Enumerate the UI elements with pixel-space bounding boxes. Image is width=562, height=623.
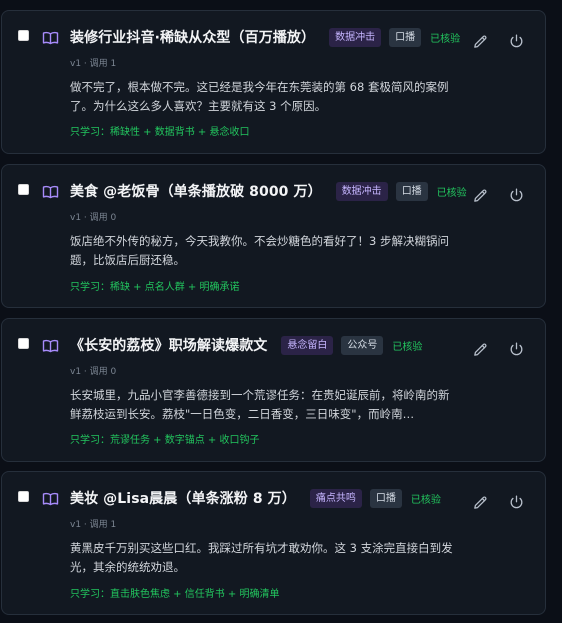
learn-points: 只学习：荒谬任务 + 数字锚点 + 收口钩子: [70, 435, 260, 446]
card-title: 美妆 @Lisa晨晨（单条涨粉 8 万）: [70, 491, 296, 507]
card-body-text: 黄黑皮千万别买这些口红。我踩过所有坑才敢劝你。这 3 支涂完直接白到发光，其余的…: [70, 541, 453, 574]
card-body-text: 长安城里，九品小官李善德接到一个荒谬任务：在贵妃诞辰前，将岭南的新鲜荔枝运到长安…: [70, 388, 450, 421]
style-tag: 数据冲击: [335, 181, 388, 201]
version-meta: v1 · 调用 0: [70, 367, 117, 377]
select-checkbox[interactable]: [18, 184, 29, 195]
book-open-icon: [42, 30, 59, 45]
card-title: 装修行业抖音·稀缺从众型（百万播放）: [70, 30, 316, 46]
card-body-text: 饭店绝不外传的秘方，今天我教你。不会炒糖色的看好了！3 步解决糊锅问题，比饭店后…: [70, 234, 449, 267]
power-icon[interactable]: [508, 341, 525, 358]
book-open-icon: [42, 491, 59, 506]
card-header: 美妆 @Lisa晨晨（单条涨粉 8 万） 痛点共鸣 口播 已核验: [70, 488, 441, 508]
version-meta: v1 · 调用 1: [70, 520, 117, 530]
card-header: 装修行业抖音·稀缺从众型（百万播放） 数据冲击 口播 已核验: [70, 27, 460, 47]
verified-status: 已核验: [436, 187, 467, 199]
verified-status: 已核验: [392, 341, 423, 353]
card-header: 《长安的荔枝》职场解读爆款文 悬念留白 公众号 已核验: [70, 335, 422, 355]
verified-status: 已核验: [430, 33, 461, 45]
pencil-icon[interactable]: [472, 33, 489, 50]
book-open-icon: [42, 184, 59, 199]
channel-tag: 公众号: [341, 335, 384, 355]
pencil-icon[interactable]: [472, 187, 489, 204]
learn-points: 只学习：直击肤色焦虑 + 信任背书 + 明确清单: [70, 589, 280, 600]
power-icon[interactable]: [508, 33, 525, 50]
style-tag: 痛点共鸣: [309, 488, 362, 508]
version-meta: v1 · 调用 1: [70, 59, 117, 69]
template-card[interactable]: 《长安的荔枝》职场解读爆款文 悬念留白 公众号 已核验 v1 · 调用 0 长安…: [1, 318, 546, 462]
power-icon[interactable]: [508, 187, 525, 204]
style-tag: 悬念留白: [281, 335, 334, 355]
template-card[interactable]: 美妆 @Lisa晨晨（单条涨粉 8 万） 痛点共鸣 口播 已核验 v1 · 调用…: [1, 471, 546, 615]
card-body-text: 做不完了，根本做不完。这已经是我今年在东莞装的第 68 套极简风的案例了。为什么…: [70, 80, 449, 113]
card-title: 《长安的荔枝》职场解读爆款文: [70, 338, 268, 354]
channel-tag: 口播: [389, 27, 422, 47]
card-header: 美食 @老饭骨（单条播放破 8000 万） 数据冲击 口播 已核验: [70, 181, 467, 201]
channel-tag: 口播: [369, 488, 402, 508]
channel-tag: 口播: [395, 181, 428, 201]
version-meta: v1 · 调用 0: [70, 213, 117, 223]
card-title: 美食 @老饭骨（单条播放破 8000 万）: [70, 184, 322, 200]
pencil-icon[interactable]: [472, 494, 489, 511]
template-card[interactable]: 装修行业抖音·稀缺从众型（百万播放） 数据冲击 口播 已核验 v1 · 调用 1…: [1, 10, 546, 154]
verified-status: 已核验: [410, 494, 441, 506]
power-icon[interactable]: [508, 494, 525, 511]
template-card[interactable]: 美食 @老饭骨（单条播放破 8000 万） 数据冲击 口播 已核验 v1 · 调…: [1, 164, 546, 308]
style-tag: 数据冲击: [329, 27, 382, 47]
learn-points: 只学习：稀缺 + 点名人群 + 明确承诺: [70, 282, 240, 293]
select-checkbox[interactable]: [18, 338, 29, 349]
select-checkbox[interactable]: [18, 30, 29, 41]
pencil-icon[interactable]: [472, 341, 489, 358]
book-open-icon: [42, 338, 59, 353]
select-checkbox[interactable]: [18, 491, 29, 502]
learn-points: 只学习：稀缺性 + 数据背书 + 悬念收口: [70, 127, 250, 138]
